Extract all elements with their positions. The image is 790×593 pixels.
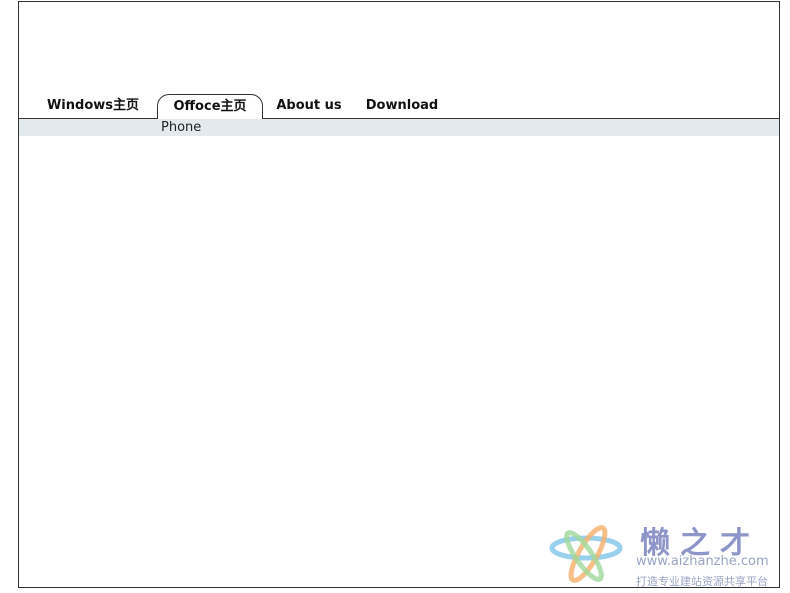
tab-download[interactable]: Download [361,94,443,118]
page-frame: Windows主页 Offoce主页 About us Download Pho… [18,1,780,588]
watermark-slogan: 打造专业建站资源共享平台 [636,575,768,588]
tab-office-home[interactable]: Offoce主页 [157,94,263,120]
watermark-url: www.aizhanzhe.com [636,554,769,569]
sub-nav-bar: Phone [19,119,779,136]
watermark: 懒之才 www.aizhanzhe.com 打造专业建站资源共享平台 [548,516,790,593]
sub-nav-item-phone[interactable]: Phone [161,119,201,136]
tab-about-us[interactable]: About us [271,94,347,118]
tab-windows-home[interactable]: Windows主页 [43,94,143,118]
tab-bar: Windows主页 Offoce主页 About us Download [19,92,779,120]
watermark-logo-icon [549,525,623,583]
